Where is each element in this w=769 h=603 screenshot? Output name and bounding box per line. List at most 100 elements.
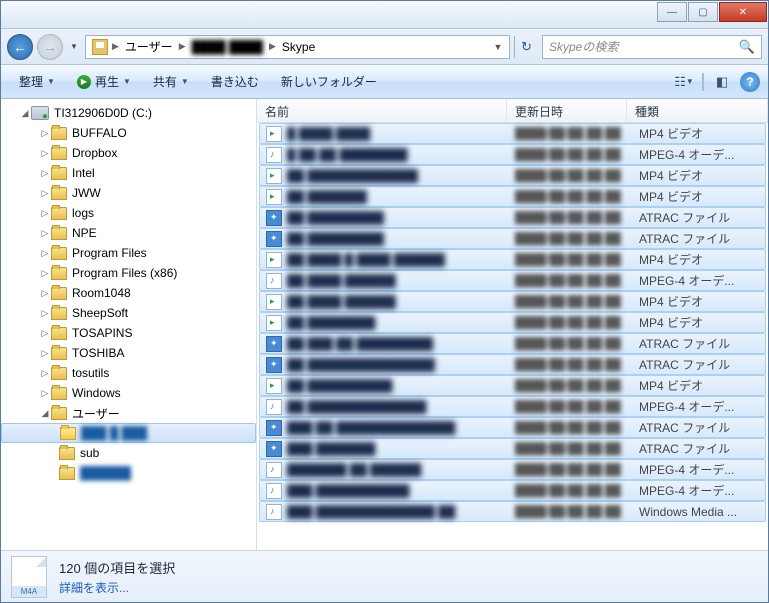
tree-item[interactable]: ▷TOSHIBA <box>1 343 256 363</box>
tree-item[interactable]: ▷JWW <box>1 183 256 203</box>
nav-history-dropdown[interactable]: ▼ <box>67 34 81 60</box>
file-list[interactable]: 名前 更新日時 種類 █ ████ ████████/██/██ ██:██MP… <box>257 99 768 550</box>
tree-item[interactable]: ▷Program Files <box>1 243 256 263</box>
window-titlebar: — ▢ ✕ <box>1 1 768 29</box>
file-row[interactable]: ██ ██████████████/██/██ ██:██MP4 ビデオ <box>259 375 766 396</box>
breadcrumb[interactable]: ████ ████ <box>186 40 269 54</box>
minimize-button[interactable]: — <box>657 2 687 22</box>
navigation-tree[interactable]: ◢ TI312906D0D (C:) ▷BUFFALO▷Dropbox▷Inte… <box>1 99 257 550</box>
file-row[interactable]: ███ ███████████/██/██ ██:██ATRAC ファイル <box>259 438 766 459</box>
new-folder-button[interactable]: 新しいフォルダー <box>271 69 387 94</box>
file-row[interactable]: ██ █████████████/██/██ ██:██ATRAC ファイル <box>259 228 766 249</box>
expand-icon[interactable]: ▷ <box>39 368 51 379</box>
expand-icon[interactable]: ▷ <box>39 328 51 339</box>
folder-icon <box>51 147 67 160</box>
file-row[interactable]: ██ ███ ██ █████████████/██/██ ██:██ATRAC… <box>259 333 766 354</box>
tree-item-selected[interactable]: ███ █ ███ <box>1 423 256 443</box>
file-row[interactable]: █ ████ ████████/██/██ ██:██MP4 ビデオ <box>259 123 766 144</box>
view-options-button[interactable]: ☷ ▼ <box>668 71 700 93</box>
file-row[interactable]: ██ ████████████/██/██ ██:██MP4 ビデオ <box>259 312 766 333</box>
expand-icon[interactable]: ▷ <box>39 388 51 399</box>
collapse-icon[interactable]: ◢ <box>19 108 31 119</box>
folder-icon <box>51 387 67 400</box>
file-name: ██ █████████████ <box>287 169 515 183</box>
chevron-right-icon[interactable]: ▶ <box>269 41 276 52</box>
preview-pane-button[interactable]: ◧ <box>706 71 738 93</box>
file-row[interactable]: ███ ██ ██████████████████/██/██ ██:██ATR… <box>259 417 766 438</box>
tree-item[interactable]: ▷logs <box>1 203 256 223</box>
address-dropdown[interactable]: ▼ <box>489 42 507 52</box>
column-type[interactable]: 種類 <box>627 99 768 122</box>
file-row[interactable]: ██ ████ █ ████ ██████████/██/██ ██:██MP4… <box>259 249 766 270</box>
file-type: MPEG-4 オーデ... <box>635 398 765 415</box>
folder-icon <box>59 467 75 480</box>
breadcrumb[interactable]: ユーザー <box>119 38 179 55</box>
file-row[interactable]: ██ ████ ██████████/██/██ ██:██MPEG-4 オーデ… <box>259 270 766 291</box>
file-row[interactable]: ██ ████ ██████████/██/██ ██:██MP4 ビデオ <box>259 291 766 312</box>
expand-icon[interactable]: ▷ <box>39 248 51 259</box>
share-menu[interactable]: 共有▼ <box>143 69 199 94</box>
expand-icon[interactable]: ▷ <box>39 128 51 139</box>
expand-icon[interactable]: ▷ <box>39 268 51 279</box>
forward-button[interactable]: → <box>37 34 63 60</box>
file-row[interactable]: ███████ ██ ██████████/██/██ ██:██MPEG-4 … <box>259 459 766 480</box>
tree-item[interactable]: ▷Program Files (x86) <box>1 263 256 283</box>
tree-item[interactable]: ▷Room1048 <box>1 283 256 303</box>
file-type: MPEG-4 オーデ... <box>635 272 765 289</box>
tree-item[interactable]: ██████ <box>1 463 256 483</box>
file-row[interactable]: ███ ██████████████ ██████/██/██ ██:██Win… <box>259 501 766 522</box>
column-name[interactable]: 名前 <box>257 99 507 122</box>
tree-item[interactable]: ▷NPE <box>1 223 256 243</box>
refresh-button[interactable]: ↻ <box>514 36 538 58</box>
chevron-right-icon[interactable]: ▶ <box>179 41 186 52</box>
tree-item[interactable]: ▷Intel <box>1 163 256 183</box>
chevron-down-icon: ▼ <box>181 77 189 86</box>
file-date: ████/██/██ ██:██ <box>515 464 635 476</box>
file-date: ████/██/██ ██:██ <box>515 359 635 371</box>
file-row[interactable]: ██ █████████████████/██/██ ██:██MP4 ビデオ <box>259 165 766 186</box>
tree-item[interactable]: ▷SheepSoft <box>1 303 256 323</box>
tree-item[interactable]: ◢ユーザー <box>1 403 256 423</box>
expand-icon[interactable]: ▷ <box>39 288 51 299</box>
file-icon <box>266 252 282 268</box>
tree-item[interactable]: ▷TOSAPINS <box>1 323 256 343</box>
column-date[interactable]: 更新日時 <box>507 99 627 122</box>
back-button[interactable]: ← <box>7 34 33 60</box>
tree-item[interactable]: sub <box>1 443 256 463</box>
expand-icon[interactable]: ▷ <box>39 148 51 159</box>
maximize-button[interactable]: ▢ <box>688 2 718 22</box>
expand-icon[interactable]: ▷ <box>39 348 51 359</box>
file-row[interactable]: █ ██ ██ ████████████/██/██ ██:██MPEG-4 オ… <box>259 144 766 165</box>
expand-icon[interactable]: ▷ <box>39 168 51 179</box>
breadcrumb[interactable]: Skype <box>276 40 321 54</box>
search-icon[interactable]: 🔍 <box>739 39 755 55</box>
details-show-more-link[interactable]: 詳細を表示... <box>59 579 175 596</box>
expand-icon[interactable]: ▷ <box>39 208 51 219</box>
search-input[interactable]: Skypeの検索 🔍 <box>542 35 762 59</box>
burn-button[interactable]: 書き込む <box>201 69 269 94</box>
expand-icon[interactable]: ▷ <box>39 188 51 199</box>
expand-icon[interactable]: ▷ <box>39 308 51 319</box>
file-row[interactable]: ██ ███████████████████/██/██ ██:██ATRAC … <box>259 354 766 375</box>
play-menu[interactable]: ▶再生▼ <box>67 69 141 94</box>
address-bar[interactable]: ▶ ユーザー ▶ ████ ████ ▶ Skype ▼ <box>85 35 510 59</box>
file-type: ATRAC ファイル <box>635 230 765 247</box>
collapse-icon[interactable]: ◢ <box>39 408 51 419</box>
chevron-right-icon[interactable]: ▶ <box>112 41 119 52</box>
file-row[interactable]: ██ █████████████/██/██ ██:██ATRAC ファイル <box>259 207 766 228</box>
organize-menu[interactable]: 整理▼ <box>9 69 65 94</box>
tree-item[interactable]: ▷BUFFALO <box>1 123 256 143</box>
file-row[interactable]: ███ ███████████████/██/██ ██:██MPEG-4 オー… <box>259 480 766 501</box>
file-row[interactable]: ██ ██████████████████/██/██ ██:██MPEG-4 … <box>259 396 766 417</box>
file-name: ███████ ██ ██████ <box>287 463 515 477</box>
file-name: ██ █████████ <box>287 232 515 246</box>
close-button[interactable]: ✕ <box>719 2 767 22</box>
tree-item[interactable]: ▷Windows <box>1 383 256 403</box>
tree-drive[interactable]: ◢ TI312906D0D (C:) <box>1 103 256 123</box>
tree-item[interactable]: ▷tosutils <box>1 363 256 383</box>
tree-item[interactable]: ▷Dropbox <box>1 143 256 163</box>
help-button[interactable]: ? <box>740 72 760 92</box>
file-row[interactable]: ██ ███████████/██/██ ██:██MP4 ビデオ <box>259 186 766 207</box>
expand-icon[interactable]: ▷ <box>39 228 51 239</box>
folder-icon <box>51 267 67 280</box>
